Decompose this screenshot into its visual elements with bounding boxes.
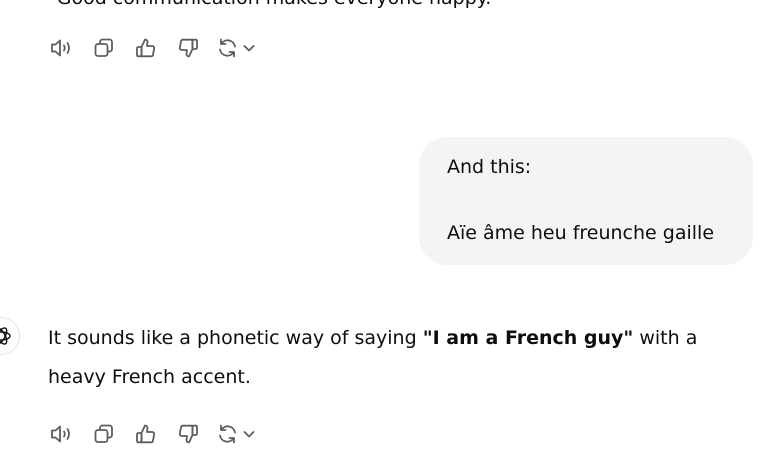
regenerate-button[interactable]: [216, 423, 256, 445]
chevron-down-icon: [243, 45, 255, 52]
copy-button[interactable]: [90, 34, 118, 62]
copy-button[interactable]: [90, 420, 118, 448]
user-message-line-1: And this:: [447, 156, 532, 178]
refresh-icon: [219, 38, 236, 58]
copy-icon: [94, 38, 113, 57]
speaker-icon: [51, 39, 70, 57]
openai-logo-icon: [0, 327, 11, 345]
good-response-button[interactable]: [132, 34, 160, 62]
chevron-down-icon: [243, 431, 255, 438]
user-message-line-2: Aïe âme heu freunche gaille: [447, 222, 715, 244]
thumbs-up-icon: [136, 424, 156, 444]
refresh-icon: [219, 424, 236, 444]
thumbs-down-icon: [178, 38, 198, 58]
thumbs-down-icon: [178, 424, 198, 444]
copy-icon: [94, 424, 113, 443]
good-response-button[interactable]: [132, 420, 160, 448]
user-message-bubble: And this: Aïe âme heu freunche gaille: [419, 137, 753, 265]
assistant-message: It sounds like a phonetic way of saying …: [48, 319, 748, 397]
message-actions: [48, 420, 256, 448]
speaker-icon: [51, 425, 70, 443]
assistant-message-text: It sounds like a phonetic way of saying: [48, 327, 423, 349]
read-aloud-button[interactable]: [48, 34, 76, 62]
thumbs-up-icon: [136, 38, 156, 58]
message-actions: [48, 34, 256, 62]
bad-response-button[interactable]: [174, 34, 202, 62]
bad-response-button[interactable]: [174, 420, 202, 448]
read-aloud-button[interactable]: [48, 420, 76, 448]
assistant-message-bold: "I am a French guy": [422, 327, 634, 349]
assistant-avatar: [0, 317, 20, 355]
chat-page: "Good communication makes everyone happy…: [0, 0, 774, 472]
regenerate-button[interactable]: [216, 37, 256, 59]
previous-assistant-message: "Good communication makes everyone happy…: [48, 0, 500, 10]
